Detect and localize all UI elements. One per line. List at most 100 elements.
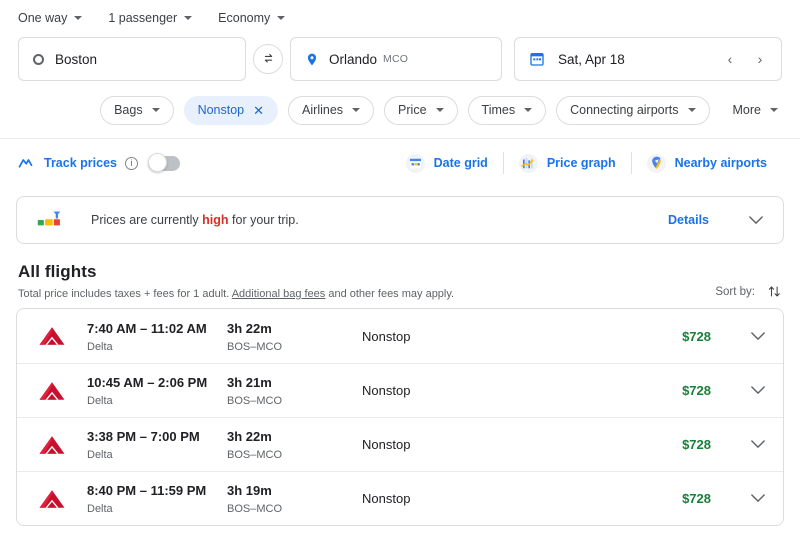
tools-right-group: Date grid Price graph Nearby airports [391,152,782,174]
flight-results-list: 7:40 AM – 11:02 AM Delta 3h 22m BOS–MCO … [16,308,784,526]
close-icon[interactable]: ✕ [253,104,264,117]
flight-duration-cell: 3h 22m BOS–MCO [227,320,362,353]
departure-date-value: Sat, Apr 18 [558,51,625,67]
flight-route: BOS–MCO [227,395,283,407]
price-graph-icon [518,153,538,173]
chevron-down-icon [751,440,765,448]
filter-label: Price [398,103,427,117]
flight-duration: 3h 19m [227,483,272,498]
flight-time-cell: 7:40 AM – 11:02 AM Delta [87,320,227,353]
price-insights-text: Prices are currently high for your trip. [91,213,299,227]
flight-results-wrap: 7:40 AM – 11:02 AM Delta 3h 22m BOS–MCO … [0,308,800,526]
origin-input[interactable]: Boston [18,37,246,81]
flight-stops: Nonstop [362,491,411,506]
table-row[interactable]: 8:40 PM – 11:59 PM Delta 3h 19m BOS–MCO … [17,471,783,525]
flight-duration-cell: 3h 21m BOS–MCO [227,374,362,407]
filter-chip-price[interactable]: Price [384,95,458,125]
all-flights-title-block: All flights Total price includes taxes +… [18,262,454,300]
page-title: All flights [18,262,97,281]
date-grid-icon [405,153,425,173]
date-grid-button[interactable]: Date grid [391,153,503,173]
location-pin-icon [305,51,319,68]
filter-chip-nonstop[interactable]: Nonstop ✕ [183,95,279,125]
sort-icon[interactable] [767,284,782,299]
delta-logo-icon [37,434,73,456]
flight-route: BOS–MCO [227,449,283,461]
flight-stops: Nonstop [362,383,411,398]
table-row[interactable]: 3:38 PM – 7:00 PM Delta 3h 22m BOS–MCO N… [17,417,783,471]
banner-expand-button[interactable] [747,211,765,229]
departure-date-input[interactable]: Sat, Apr 18 ‹ › [514,37,782,81]
flight-duration: 3h 22m [227,320,272,336]
track-prices-toggle[interactable] [147,153,180,172]
destination-input[interactable]: Orlando MCO [290,37,502,81]
chevron-down-icon [751,386,765,394]
filter-chip-bags[interactable]: Bags [100,95,174,125]
expand-flight-button[interactable] [711,440,765,449]
flight-price: $728 [682,437,711,452]
filter-label: Bags [114,103,143,117]
chevron-down-icon [751,331,765,340]
flight-duration-cell: 3h 19m BOS–MCO [227,482,362,515]
flight-times: 8:40 PM – 11:59 PM [87,483,207,498]
flight-duration: 3h 21m [227,375,272,390]
disclaimer-before: Total price includes taxes + fees for 1 … [18,288,232,300]
flight-route: BOS–MCO [227,503,283,515]
date-navigation: ‹ › [719,38,771,80]
chevron-down-icon [277,16,286,20]
passengers-selector[interactable]: 1 passenger [108,11,193,25]
delta-logo-icon [37,325,73,347]
info-icon[interactable]: i [124,156,138,170]
price-insights-banner: Prices are currently high for your trip.… [16,196,784,244]
additional-bag-fees-link[interactable]: Additional bag fees [232,288,326,300]
swap-container [246,37,290,81]
flight-airline: Delta [87,449,113,461]
filter-label: Times [481,103,516,117]
expand-flight-button[interactable] [711,494,765,503]
filter-chip-connecting-airports[interactable]: Connecting airports [556,95,710,125]
chevron-down-icon [435,108,444,112]
swap-arrows-icon [264,53,272,63]
price-level-highlight: high [202,213,229,227]
filter-label: Airlines [302,103,344,117]
flight-route: BOS–MCO [227,340,283,353]
banner-text-before: Prices are currently [91,213,203,227]
origin-value: Boston [55,51,98,67]
trip-type-selector[interactable]: One way [18,11,83,25]
table-row[interactable]: 10:45 AM – 2:06 PM Delta 3h 21m BOS–MCO … [17,363,783,417]
price-graph-button[interactable]: Price graph [504,153,631,173]
filter-label: More [732,103,761,117]
next-date-button[interactable]: › [749,48,771,70]
nearby-airports-icon [646,153,666,173]
flight-time-cell: 10:45 AM – 2:06 PM Delta [87,374,227,407]
track-prices-control[interactable]: Track prices i [18,156,138,170]
previous-date-button[interactable]: ‹ [719,48,741,70]
filter-label: Connecting airports [570,103,679,117]
flight-airline: Delta [87,395,113,407]
flight-price: $728 [682,491,711,506]
trend-line-icon [18,159,33,168]
expand-flight-button[interactable] [711,331,765,341]
flight-stops: Nonstop [362,328,411,344]
price-insights-banner-wrap: Prices are currently high for your trip.… [0,196,800,244]
chevron-down-icon [524,108,533,112]
track-prices-label: Track prices [44,156,117,170]
trip-type-label: One way [18,11,68,25]
chevron-down-icon [770,108,778,112]
table-row[interactable]: 7:40 AM – 11:02 AM Delta 3h 22m BOS–MCO … [17,309,783,363]
swap-airports-button[interactable] [253,44,283,74]
expand-flight-button[interactable] [711,386,765,395]
toggle-knob [147,153,167,172]
filter-chip-more[interactable]: More [720,96,782,125]
filter-chip-airlines[interactable]: Airlines [288,95,375,125]
sort-control[interactable]: Sort by: [715,284,782,300]
filter-chip-times[interactable]: Times [467,95,547,125]
cabin-class-selector[interactable]: Economy [218,11,286,25]
price-graph-label: Price graph [546,156,616,170]
banner-details-link[interactable]: Details [668,213,709,227]
banner-actions: Details [668,211,765,229]
google-flights-results-page: One way 1 passenger Economy Boston Orlan… [0,0,800,538]
price-gauge-icon [37,211,61,226]
chevron-down-icon [687,108,696,112]
nearby-airports-button[interactable]: Nearby airports [632,153,782,173]
